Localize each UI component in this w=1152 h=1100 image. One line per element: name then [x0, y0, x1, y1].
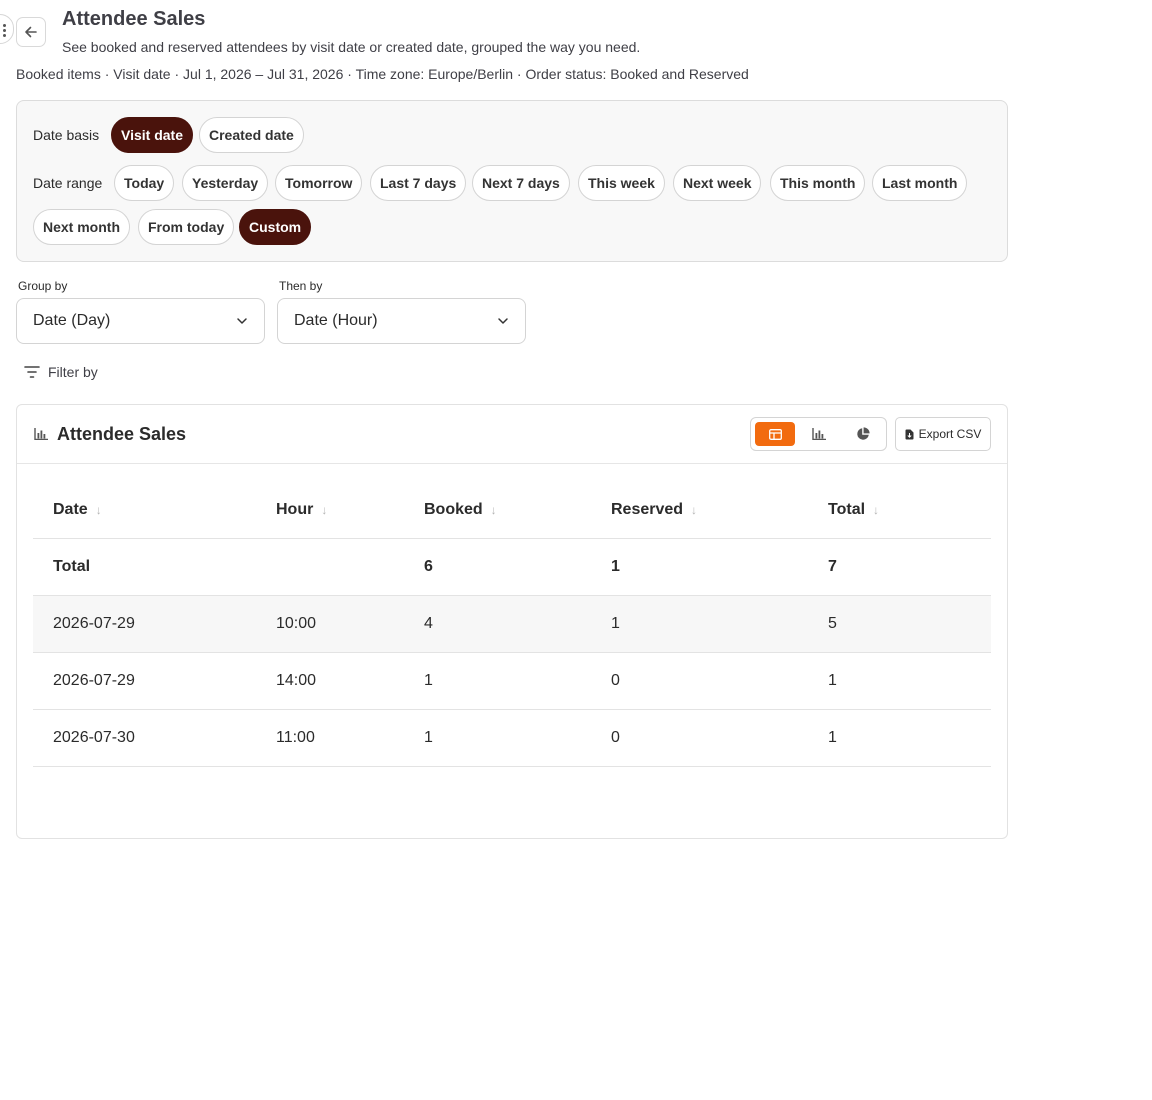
chip-created-date[interactable]: Created date	[199, 117, 304, 153]
total-reserved: 1	[611, 558, 620, 575]
row-date: 2026-07-29	[53, 672, 135, 689]
row-booked: 1	[424, 672, 433, 689]
file-download-icon	[905, 429, 914, 439]
date-filter-panel: Date basis Visit date Created date Date …	[16, 100, 1008, 262]
filter-by-button[interactable]: Filter by	[24, 364, 98, 380]
sort-arrow-icon: ↓	[95, 502, 102, 517]
column-header-hour[interactable]: Hour ↓	[276, 481, 327, 538]
chip-visit-date[interactable]: Visit date	[111, 117, 193, 153]
row-booked: 4	[424, 615, 433, 632]
chip-tomorrow[interactable]: Tomorrow	[275, 165, 363, 201]
sort-arrow-icon: ↓	[691, 502, 698, 517]
sort-arrow-icon: ↓	[873, 502, 880, 517]
table-icon	[768, 428, 782, 440]
pie-chart-icon	[857, 427, 870, 440]
row-total: 1	[828, 672, 837, 689]
group-by-label: Group by	[18, 279, 68, 293]
filter-lines-icon	[24, 366, 40, 378]
view-table-button[interactable]	[755, 422, 795, 446]
chip-custom[interactable]: Custom	[239, 209, 312, 245]
column-header-booked[interactable]: Booked ↓	[424, 481, 497, 538]
row-total: 1	[828, 729, 837, 746]
then-by-label: Then by	[279, 279, 323, 293]
then-by-select[interactable]: Date (Hour)	[277, 298, 526, 344]
chevron-down-icon	[498, 318, 508, 324]
group-by-value: Date (Day)	[33, 312, 111, 329]
column-header-date[interactable]: Date ↓	[53, 481, 102, 538]
bar-chart-icon	[812, 428, 826, 440]
date-range-label: Date range	[33, 175, 103, 191]
group-by-select[interactable]: Date (Day)	[16, 298, 265, 344]
table-row: 2026-07-30 11:00 1 0 1	[33, 710, 991, 767]
chip-this-month[interactable]: This month	[770, 165, 866, 201]
page-subtitle: See booked and reserved attendees by vis…	[62, 39, 641, 55]
report-meta-summary: Booked items · Visit date · Jul 1, 2026 …	[16, 66, 749, 82]
row-date: 2026-07-30	[53, 729, 135, 746]
view-toggle-group	[750, 417, 887, 451]
row-hour: 11:00	[276, 729, 315, 746]
bar-chart-icon	[34, 428, 48, 440]
table-total-row: Total 6 1 7	[33, 539, 991, 596]
date-basis-label: Date basis	[33, 127, 100, 143]
column-header-total[interactable]: Total ↓	[828, 481, 879, 538]
column-header-reserved[interactable]: Reserved ↓	[611, 481, 697, 538]
export-csv-label: Export CSV	[918, 427, 982, 441]
arrow-left-icon	[25, 26, 37, 38]
row-hour: 14:00	[276, 672, 317, 689]
total-label: Total	[53, 558, 91, 575]
table-header-row: Date ↓ Hour ↓ Booked ↓ Reserved ↓ Total ↓	[33, 481, 991, 539]
row-date: 2026-07-29	[53, 615, 135, 632]
view-pie-chart-button[interactable]	[843, 422, 883, 446]
report-header: Attendee Sales Export CSV	[17, 405, 1007, 464]
view-bar-chart-button[interactable]	[799, 422, 839, 446]
report-title: Attendee Sales	[57, 424, 187, 444]
chip-today[interactable]: Today	[114, 165, 175, 201]
row-reserved: 1	[611, 615, 620, 632]
then-by-value: Date (Hour)	[294, 312, 378, 329]
row-total: 5	[828, 615, 837, 632]
chip-yesterday[interactable]: Yesterday	[182, 165, 269, 201]
chip-next-week[interactable]: Next week	[673, 165, 762, 201]
more-vertical-icon	[3, 24, 6, 37]
chevron-down-icon	[237, 318, 247, 324]
chip-next-month[interactable]: Next month	[33, 209, 130, 245]
table-row: 2026-07-29 14:00 1 0 1	[33, 653, 991, 710]
row-reserved: 0	[611, 729, 620, 746]
sort-arrow-icon: ↓	[490, 502, 497, 517]
row-booked: 1	[424, 729, 433, 746]
page-title: Attendee Sales	[62, 8, 206, 30]
row-reserved: 0	[611, 672, 620, 689]
total-total: 7	[828, 558, 837, 575]
chip-next-7-days[interactable]: Next 7 days	[472, 165, 570, 201]
back-button[interactable]	[16, 17, 46, 47]
sidebar-toggle-handle[interactable]	[0, 14, 14, 44]
chip-this-week[interactable]: This week	[578, 165, 665, 201]
sort-arrow-icon: ↓	[321, 502, 328, 517]
row-hour: 10:00	[276, 615, 317, 632]
chip-last-month[interactable]: Last month	[872, 165, 968, 201]
chip-last-7-days[interactable]: Last 7 days	[370, 165, 467, 201]
attendee-sales-table: Date ↓ Hour ↓ Booked ↓ Reserved ↓ Total ↓ Tot…	[33, 481, 991, 767]
filter-by-label: Filter by	[48, 364, 98, 380]
chip-from-today[interactable]: From today	[138, 209, 235, 245]
export-csv-button[interactable]: Export CSV	[895, 417, 991, 451]
table-row: 2026-07-29 10:00 4 1 5	[33, 596, 991, 653]
report-card: Attendee Sales Export CSV Date ↓ Hour ↓ Bo…	[16, 404, 1008, 839]
total-booked: 6	[424, 558, 433, 575]
